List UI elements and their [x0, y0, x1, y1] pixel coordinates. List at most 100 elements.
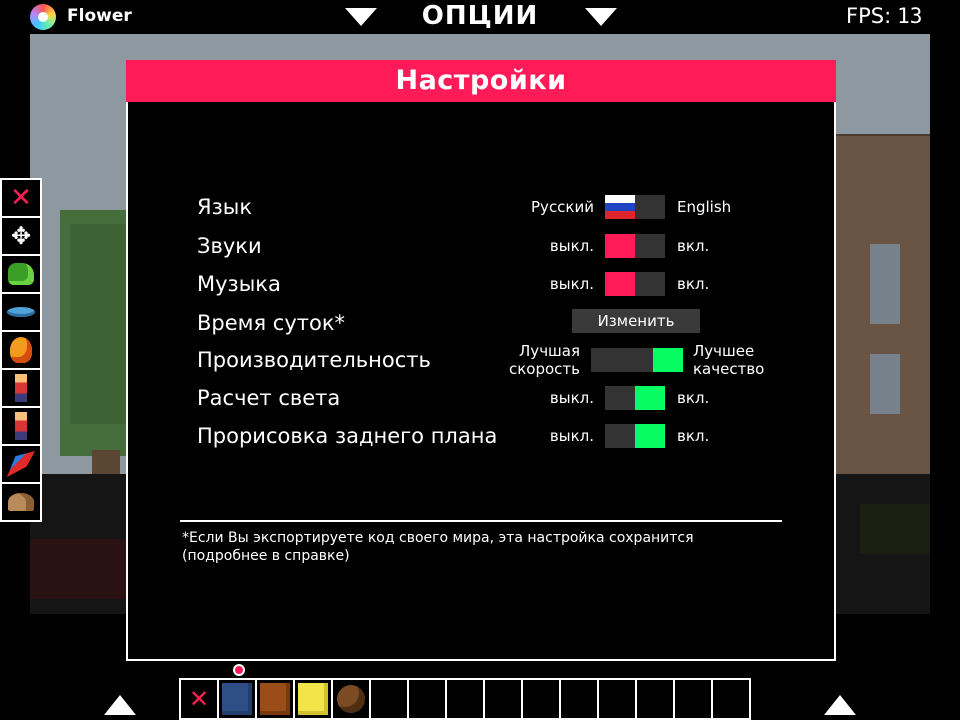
hotbar-slot[interactable] [217, 678, 257, 720]
hotbar-slot-empty[interactable] [445, 678, 485, 720]
fps-value: 13 [897, 4, 923, 28]
hotbar-slot-empty[interactable] [635, 678, 675, 720]
brick-house [836, 134, 930, 514]
settings-dialog: Настройки Язык Русский English Звуки вык… [126, 60, 836, 661]
setting-label: Производительность [197, 348, 431, 372]
footnote-divider [180, 520, 782, 522]
house-window [870, 354, 900, 414]
option-off: выкл. [549, 389, 594, 407]
fps-counter: FPS: 13 [846, 4, 922, 28]
toggle-knob [605, 234, 635, 258]
setting-background-drawing: Прорисовка заднего плана выкл. вкл. [128, 421, 834, 457]
dirt-block-icon [260, 683, 290, 715]
background-toggle[interactable] [605, 424, 665, 448]
hotbar-slot-empty[interactable] [673, 678, 713, 720]
setting-label: Музыка [197, 272, 281, 296]
setting-label: Язык [197, 195, 253, 219]
music-toggle[interactable] [605, 272, 665, 296]
setting-label: Время суток* [197, 311, 346, 335]
footnote-line: *Если Вы экспортируете код своего мира, … [182, 530, 694, 546]
toggle-knob [653, 348, 683, 372]
left-toolbar: ✕ ✥ [0, 178, 42, 522]
option-on: вкл. [677, 389, 710, 407]
flower-logo-icon [30, 4, 56, 30]
hotbar-slot[interactable] [255, 678, 295, 720]
option-best-quality: Лучшее качество [693, 342, 765, 378]
footnote: *Если Вы экспортируете код своего мира, … [182, 529, 782, 565]
hotbar-slot-empty[interactable] [559, 678, 599, 720]
dialog-header: Настройки [126, 60, 836, 102]
person-icon [15, 412, 27, 440]
language-toggle[interactable] [605, 195, 665, 219]
hotbar: ✕ [179, 678, 751, 720]
dialog-title: Настройки [395, 65, 567, 96]
close-icon: ✕ [188, 685, 210, 713]
hotbar-slot-empty[interactable] [483, 678, 523, 720]
setting-sounds: Звуки выкл. вкл. [128, 231, 834, 267]
option-off: выкл. [549, 237, 594, 255]
toggle-knob [635, 386, 665, 410]
next-page-button[interactable] [585, 8, 617, 26]
prev-page-button[interactable] [345, 8, 377, 26]
change-time-button[interactable]: Изменить [572, 309, 700, 333]
language-option-russian: Русский [531, 198, 594, 216]
setting-label: Звуки [197, 234, 262, 258]
frog-icon [8, 263, 34, 285]
setting-label: Расчет света [197, 386, 341, 410]
parrot-tool-button[interactable] [0, 444, 42, 484]
fire-tool-button[interactable] [0, 330, 42, 370]
footnote-line: (подробнее в справке) [182, 548, 350, 564]
person-tool-button[interactable] [0, 406, 42, 446]
move-tool-button[interactable]: ✥ [0, 216, 42, 256]
parrot-icon [7, 451, 35, 477]
option-off: выкл. [549, 427, 594, 445]
setting-music: Музыка выкл. вкл. [128, 269, 834, 305]
toggle-knob [635, 424, 665, 448]
hotbar-slot-close[interactable]: ✕ [179, 678, 219, 720]
hotbar-slot-empty[interactable] [407, 678, 447, 720]
hotbar-slot[interactable] [293, 678, 333, 720]
option-on: вкл. [677, 427, 710, 445]
close-icon: ✕ [10, 183, 32, 213]
water-block-icon [222, 683, 252, 715]
person-tool-button[interactable] [0, 368, 42, 408]
close-tool-button[interactable]: ✕ [0, 178, 42, 218]
toggle-knob [605, 272, 635, 296]
light-toggle[interactable] [605, 386, 665, 410]
fish-tool-button[interactable] [0, 292, 42, 332]
setting-performance: Производительность Лучшая скорость Лучше… [128, 342, 834, 381]
fish-icon [7, 307, 35, 317]
hotbar-slot-empty[interactable] [369, 678, 409, 720]
setting-label: Прорисовка заднего плана [197, 424, 498, 448]
snail-icon [8, 493, 34, 511]
fire-icon [10, 337, 32, 363]
setting-language: Язык Русский English [128, 192, 834, 228]
snail-tool-button[interactable] [0, 482, 42, 522]
scroll-right-button[interactable] [824, 695, 856, 715]
person-icon [15, 374, 27, 402]
option-best-speed: Лучшая скорость [508, 342, 580, 378]
hotbar-slot-empty[interactable] [711, 678, 751, 720]
option-on: вкл. [677, 237, 710, 255]
scroll-left-button[interactable] [104, 695, 136, 715]
move-arrows-icon: ✥ [10, 222, 32, 250]
performance-toggle[interactable] [591, 348, 683, 372]
seed-icon [337, 685, 365, 713]
fps-label: FPS: [846, 4, 892, 28]
page-title: ОПЦИИ [421, 1, 539, 31]
setting-time-of-day: Время суток* Изменить [128, 308, 834, 344]
hotbar-slot[interactable] [331, 678, 371, 720]
selected-slot-indicator [233, 664, 245, 676]
ground-patch [860, 504, 930, 554]
hotbar-slot-empty[interactable] [521, 678, 561, 720]
frog-tool-button[interactable] [0, 254, 42, 294]
option-off: выкл. [549, 275, 594, 293]
sand-block-icon [298, 683, 328, 715]
hotbar-slot-empty[interactable] [597, 678, 637, 720]
language-option-english: English [677, 198, 732, 216]
top-bar: Flower ОПЦИИ FPS: 13 [0, 0, 960, 34]
russian-flag-icon [605, 195, 635, 219]
setting-light-calculation: Расчет света выкл. вкл. [128, 383, 834, 419]
app-name: Flower [67, 6, 132, 26]
sounds-toggle[interactable] [605, 234, 665, 258]
